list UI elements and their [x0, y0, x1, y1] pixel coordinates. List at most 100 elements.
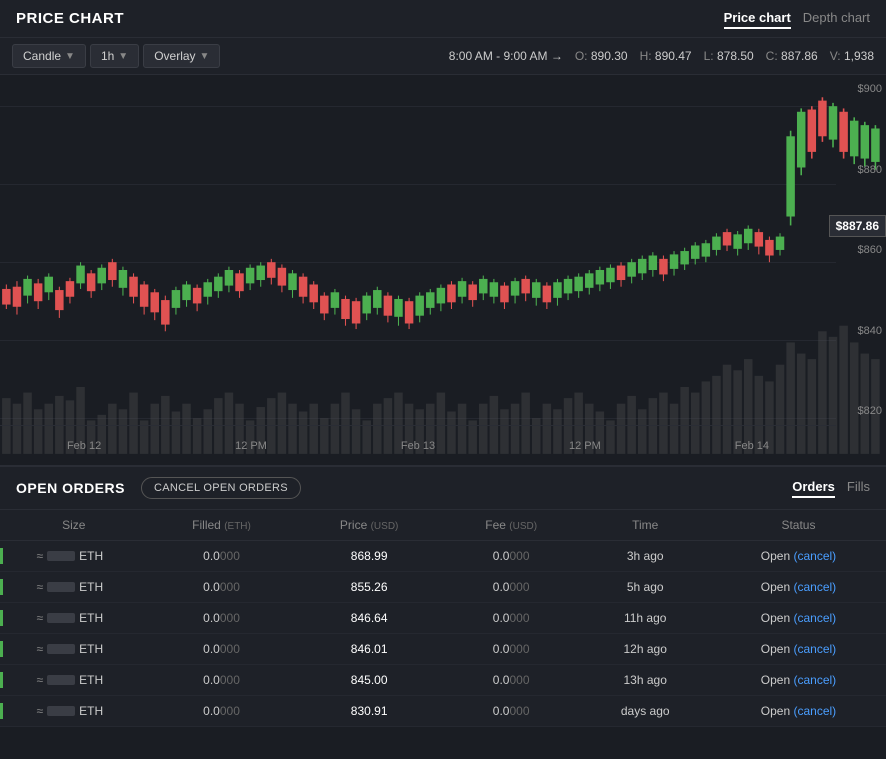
cell-fee: 0.0000	[443, 634, 580, 665]
candle-type-button[interactable]: Candle ▼	[12, 44, 86, 68]
cell-filled: 0.0000	[148, 603, 296, 634]
side-indicator	[0, 548, 3, 564]
cell-status: Open (cancel)	[711, 665, 886, 696]
table-row: ≈ ETH 0.0000 855.26 0.0000 5h ago Open (…	[0, 572, 886, 603]
interval-button[interactable]: 1h ▼	[90, 44, 139, 68]
cell-size: ≈ ETH	[0, 634, 148, 665]
x-label-12pm-1: 12 PM	[235, 440, 267, 452]
cell-filled: 0.0000	[148, 634, 296, 665]
open-value: O: 890.30	[575, 49, 628, 63]
table-row: ≈ ETH 0.0000 846.64 0.0000 11h ago Open …	[0, 603, 886, 634]
cell-time: 12h ago	[579, 634, 711, 665]
chart-tabs: Price chart Depth chart	[724, 8, 870, 29]
cell-price: 846.64	[295, 603, 442, 634]
current-price-label: $887.86	[829, 215, 886, 237]
side-indicator	[0, 641, 3, 657]
cancel-order-link[interactable]: (cancel)	[793, 704, 836, 718]
table-row: ≈ ETH 0.0000 845.00 0.0000 13h ago Open …	[0, 665, 886, 696]
cell-size: ≈ ETH	[0, 572, 148, 603]
cell-price: 868.99	[295, 541, 442, 572]
cell-time: 11h ago	[579, 603, 711, 634]
low-value: L: 878.50	[704, 49, 754, 63]
chart-header: PRICE CHART Price chart Depth chart	[0, 0, 886, 38]
cell-status: Open (cancel)	[711, 696, 886, 727]
overlay-dropdown-icon: ▼	[200, 51, 210, 62]
candlestick-chart	[0, 75, 886, 465]
chart-toolbar: Candle ▼ 1h ▼ Overlay ▼ 8:00 AM - 9:00 A…	[0, 38, 886, 75]
col-header-time: Time	[579, 510, 711, 541]
cell-size: ≈ ETH	[0, 665, 148, 696]
cell-fee: 0.0000	[443, 696, 580, 727]
chart-title: PRICE CHART	[16, 10, 124, 27]
orders-section: OPEN ORDERS CANCEL OPEN ORDERS Orders Fi…	[0, 465, 886, 727]
cell-size: ≈ ETH	[0, 696, 148, 727]
size-bar	[47, 644, 75, 654]
cell-filled: 0.0000	[148, 665, 296, 696]
cell-status: Open (cancel)	[711, 603, 886, 634]
close-value: C: 887.86	[766, 49, 818, 63]
orders-tabs: Orders Fills	[792, 479, 870, 498]
cell-fee: 0.0000	[443, 665, 580, 696]
cell-filled: 0.0000	[148, 541, 296, 572]
orders-table: Size Filled (ETH) Price (USD) Fee (USD) …	[0, 510, 886, 727]
col-header-status: Status	[711, 510, 886, 541]
cancel-order-link[interactable]: (cancel)	[793, 673, 836, 687]
cell-price: 845.00	[295, 665, 442, 696]
size-bar	[47, 582, 75, 592]
overlay-button[interactable]: Overlay ▼	[143, 44, 220, 68]
orders-title: OPEN ORDERS	[16, 480, 125, 496]
cell-price: 855.26	[295, 572, 442, 603]
side-indicator	[0, 610, 3, 626]
x-label-feb12: Feb 12	[67, 440, 101, 452]
x-label-feb14: Feb 14	[735, 440, 769, 452]
cell-time: 3h ago	[579, 541, 711, 572]
size-bar	[47, 613, 75, 623]
x-axis: Feb 12 12 PM Feb 13 12 PM Feb 14	[0, 425, 836, 465]
cancel-order-link[interactable]: (cancel)	[793, 549, 836, 563]
cell-size: ≈ ETH	[0, 603, 148, 634]
x-label-feb13: Feb 13	[401, 440, 435, 452]
col-header-fee: Fee (USD)	[443, 510, 580, 541]
size-bar	[47, 551, 75, 561]
table-row: ≈ ETH 0.0000 846.01 0.0000 12h ago Open …	[0, 634, 886, 665]
table-header-row: Size Filled (ETH) Price (USD) Fee (USD) …	[0, 510, 886, 541]
table-row: ≈ ETH 0.0000 830.91 0.0000 days ago Open…	[0, 696, 886, 727]
tab-orders[interactable]: Orders	[792, 479, 835, 498]
chart-area[interactable]: $887.86 $900 $880 $860 $840 $820 Feb 12 …	[0, 75, 886, 465]
tab-price-chart[interactable]: Price chart	[724, 8, 791, 29]
cell-status: Open (cancel)	[711, 634, 886, 665]
x-label-12pm-2: 12 PM	[569, 440, 601, 452]
col-header-size: Size	[0, 510, 148, 541]
tab-depth-chart[interactable]: Depth chart	[803, 8, 870, 29]
table-row: ≈ ETH 0.0000 868.99 0.0000 3h ago Open (…	[0, 541, 886, 572]
ohlcv-info: 8:00 AM - 9:00 AM → O: 890.30 H: 890.47 …	[449, 49, 874, 63]
col-header-price: Price (USD)	[295, 510, 442, 541]
cancel-order-link[interactable]: (cancel)	[793, 642, 836, 656]
orders-header: OPEN ORDERS CANCEL OPEN ORDERS Orders Fi…	[0, 467, 886, 510]
cell-fee: 0.0000	[443, 603, 580, 634]
size-bar	[47, 675, 75, 685]
cell-time: 5h ago	[579, 572, 711, 603]
cancel-all-orders-button[interactable]: CANCEL OPEN ORDERS	[141, 477, 301, 499]
volume-value: V: 1,938	[830, 49, 874, 63]
interval-dropdown-icon: ▼	[118, 51, 128, 62]
candle-dropdown-icon: ▼	[65, 51, 75, 62]
size-bar	[47, 706, 75, 716]
cell-status: Open (cancel)	[711, 541, 886, 572]
col-header-filled: Filled (ETH)	[148, 510, 296, 541]
cell-size: ≈ ETH	[0, 541, 148, 572]
tab-fills[interactable]: Fills	[847, 479, 870, 498]
cell-fee: 0.0000	[443, 572, 580, 603]
cancel-order-link[interactable]: (cancel)	[793, 580, 836, 594]
cell-filled: 0.0000	[148, 572, 296, 603]
cell-price: 830.91	[295, 696, 442, 727]
cell-time: days ago	[579, 696, 711, 727]
side-indicator	[0, 672, 3, 688]
cell-filled: 0.0000	[148, 696, 296, 727]
time-range: 8:00 AM - 9:00 AM →	[449, 49, 563, 63]
side-indicator	[0, 579, 3, 595]
side-indicator	[0, 703, 3, 719]
high-value: H: 890.47	[640, 49, 692, 63]
cell-status: Open (cancel)	[711, 572, 886, 603]
cancel-order-link[interactable]: (cancel)	[793, 611, 836, 625]
